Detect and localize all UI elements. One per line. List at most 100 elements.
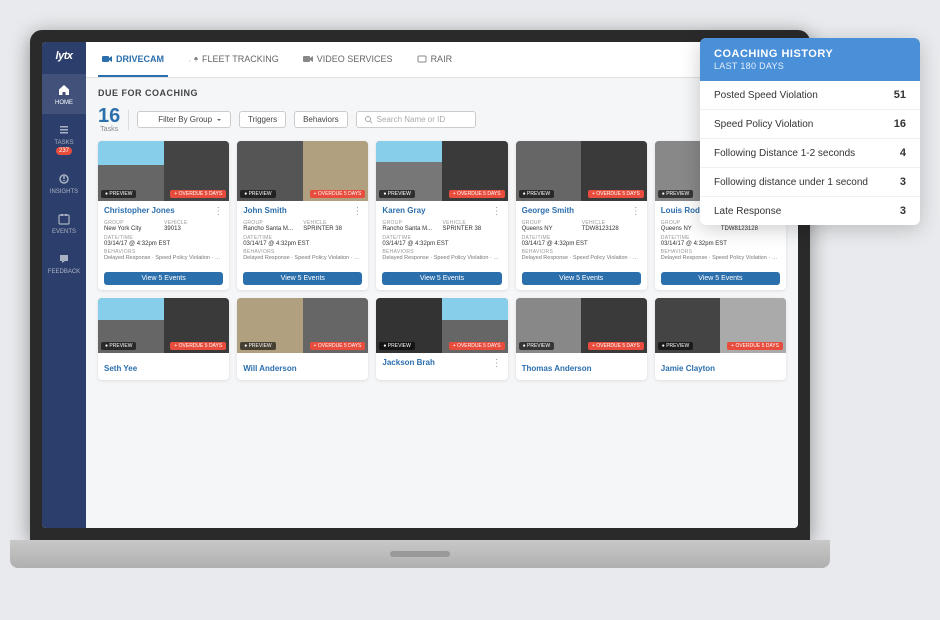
cards-grid-row1: ● PREVIEW + OVERDUE 5 DAYS Christopher J…: [98, 141, 786, 290]
sidebar-item-events[interactable]: EVENTS: [42, 203, 86, 243]
sidebar-item-home[interactable]: HOME: [42, 74, 86, 114]
driver-name-r2-3: Thomas Anderson: [522, 364, 592, 373]
sidebar-label-home: HOME: [55, 100, 73, 106]
sidebar-label-feedback: FEEDBACK: [48, 269, 80, 275]
popup-subtitle: LAST 180 DAYS: [714, 61, 906, 71]
preview-badge-r2-3[interactable]: ● PREVIEW: [519, 342, 554, 350]
filter-triggers-btn[interactable]: Triggers: [239, 111, 286, 128]
preview-badge-r2-0[interactable]: ● PREVIEW: [101, 342, 136, 350]
tab-fleet[interactable]: FLEET TRACKING: [184, 42, 283, 77]
overdue-badge-r2-1: + OVERDUE 5 DAYS: [310, 342, 366, 350]
driver-name-r2-0: Seth Yee: [104, 364, 137, 373]
card-menu-1[interactable]: ⋮: [352, 206, 362, 217]
preview-badge-r2-1[interactable]: ● PREVIEW: [240, 342, 275, 350]
preview-badge-r2-4[interactable]: ● PREVIEW: [658, 342, 693, 350]
card-image-r2-3: ● PREVIEW + OVERDUE 5 DAYS: [516, 298, 647, 353]
card-image-r2-1: ● PREVIEW + OVERDUE 5 DAYS: [237, 298, 368, 353]
popup-row-3: Following distance under 1 second 3: [700, 168, 920, 197]
card-menu-r2-2[interactable]: ⋮: [492, 358, 502, 369]
sidebar: lytx HOME TASKS 237: [42, 42, 86, 528]
view-events-btn-1[interactable]: View 5 Events: [243, 272, 362, 285]
sidebar-item-tasks[interactable]: TASKS 237: [42, 114, 86, 163]
popup-row-label-0: Posted Speed Violation: [714, 90, 886, 101]
tasks-label: Tasks: [100, 126, 118, 133]
driver-card-1: ● PREVIEW + OVERDUE 5 DAYS John Smith ⋮: [237, 141, 368, 290]
card-image-0: ● PREVIEW + OVERDUE 5 DAYS: [98, 141, 229, 201]
overdue-badge-r2-0: + OVERDUE 5 DAYS: [170, 342, 226, 350]
driver-card-r2-3: ● PREVIEW + OVERDUE 5 DAYS Thomas Anders…: [516, 298, 647, 380]
overdue-badge-r2-4: + OVERDUE 5 DAYS: [727, 342, 783, 350]
filter-divider: [128, 110, 129, 130]
main-content: DRIVECAM FLEET TRACKING VIDEO SERVICES: [86, 42, 798, 528]
content-area: DUE FOR COACHING 16 Tasks Fi: [86, 78, 798, 528]
events-icon: [56, 211, 72, 227]
feedback-icon: [56, 251, 72, 267]
popup-row-value-2: 4: [900, 147, 906, 159]
overdue-badge-r2-2: + OVERDUE 5 DAYS: [449, 342, 505, 350]
overdue-badge-r2-3: + OVERDUE 5 DAYS: [588, 342, 644, 350]
tasks-number: 16: [98, 106, 120, 126]
search-input[interactable]: Search Name or ID: [356, 111, 476, 128]
preview-badge-3[interactable]: ● PREVIEW: [519, 190, 554, 198]
popup-row-label-3: Following distance under 1 second: [714, 177, 892, 188]
preview-badge-0[interactable]: ● PREVIEW: [101, 190, 136, 198]
tasks-count: 16 Tasks: [98, 106, 120, 133]
overdue-badge-2: + OVERDUE 5 DAYS: [449, 190, 505, 198]
popup-row-label-4: Late Response: [714, 206, 892, 217]
popup-row-label-2: Following Distance 1-2 seconds: [714, 148, 892, 159]
view-events-btn-4[interactable]: View 5 Events: [661, 272, 780, 285]
tasks-bar: 16 Tasks Filter By Group: [98, 106, 786, 133]
popup-row-value-4: 3: [900, 205, 906, 217]
driver-name-0: Christopher Jones: [104, 206, 175, 215]
card-image-r2-4: ● PREVIEW + OVERDUE 5 DAYS: [655, 298, 786, 353]
section-title: DUE FOR COACHING: [98, 88, 786, 98]
tab-video[interactable]: VIDEO SERVICES: [299, 42, 397, 77]
preview-badge-4[interactable]: ● PREVIEW: [658, 190, 693, 198]
sidebar-item-insights[interactable]: INSIGHTS: [42, 163, 86, 203]
driver-name-3: George Smith: [522, 206, 574, 215]
driver-name-r2-2: Jackson Brah: [382, 358, 434, 369]
preview-badge-1[interactable]: ● PREVIEW: [240, 190, 275, 198]
driver-card-2: ● PREVIEW + OVERDUE 5 DAYS Karen Gray ⋮: [376, 141, 507, 290]
top-nav: DRIVECAM FLEET TRACKING VIDEO SERVICES: [86, 42, 798, 78]
view-events-btn-2[interactable]: View 5 Events: [382, 272, 501, 285]
coaching-history-popup: COACHING HISTORY LAST 180 DAYS Posted Sp…: [700, 38, 920, 225]
driver-name-r2-4: Jamie Clayton: [661, 364, 715, 373]
filter-behaviors-btn[interactable]: Behaviors: [294, 111, 348, 128]
tab-rair[interactable]: RAIR: [413, 42, 457, 77]
card-image-r2-0: ● PREVIEW + OVERDUE 5 DAYS: [98, 298, 229, 353]
sidebar-label-events: EVENTS: [52, 229, 76, 235]
sidebar-label-tasks: TASKS: [54, 140, 73, 146]
card-image-2: ● PREVIEW + OVERDUE 5 DAYS: [376, 141, 507, 201]
insights-icon: [56, 171, 72, 187]
driver-name-r2-1: Will Anderson: [243, 364, 296, 373]
preview-badge-2[interactable]: ● PREVIEW: [379, 190, 414, 198]
driver-card-r2-4: ● PREVIEW + OVERDUE 5 DAYS Jamie Clayton: [655, 298, 786, 380]
sidebar-label-insights: INSIGHTS: [50, 189, 78, 195]
card-menu-3[interactable]: ⋮: [631, 206, 641, 217]
card-menu-2[interactable]: ⋮: [492, 206, 502, 217]
tasks-badge: 237: [56, 147, 72, 155]
popup-header: COACHING HISTORY LAST 180 DAYS: [700, 38, 920, 81]
filter-group-btn[interactable]: Filter By Group: [137, 111, 231, 128]
card-image-r2-2: ● PREVIEW + OVERDUE 5 DAYS: [376, 298, 507, 353]
tasks-icon: [56, 122, 72, 138]
card-menu-0[interactable]: ⋮: [213, 206, 223, 217]
card-image-1: ● PREVIEW + OVERDUE 5 DAYS: [237, 141, 368, 201]
popup-row-value-0: 51: [894, 89, 906, 101]
home-icon: [56, 82, 72, 98]
overdue-badge-3: + OVERDUE 5 DAYS: [588, 190, 644, 198]
sidebar-item-feedback[interactable]: FEEDBACK: [42, 243, 86, 283]
driver-card-r2-2: ● PREVIEW + OVERDUE 5 DAYS Jackson Brah …: [376, 298, 507, 380]
popup-row-1: Speed Policy Violation 16: [700, 110, 920, 139]
popup-row-0: Posted Speed Violation 51: [700, 81, 920, 110]
driver-name-1: John Smith: [243, 206, 287, 215]
cards-grid-row2: ● PREVIEW + OVERDUE 5 DAYS Seth Yee: [98, 298, 786, 380]
view-events-btn-3[interactable]: View 5 Events: [522, 272, 641, 285]
view-events-btn-0[interactable]: View 5 Events: [104, 272, 223, 285]
tab-drivecam[interactable]: DRIVECAM: [98, 42, 168, 77]
preview-badge-r2-2[interactable]: ● PREVIEW: [379, 342, 414, 350]
popup-row-value-1: 16: [894, 118, 906, 130]
popup-row-value-3: 3: [900, 176, 906, 188]
driver-card-0: ● PREVIEW + OVERDUE 5 DAYS Christopher J…: [98, 141, 229, 290]
